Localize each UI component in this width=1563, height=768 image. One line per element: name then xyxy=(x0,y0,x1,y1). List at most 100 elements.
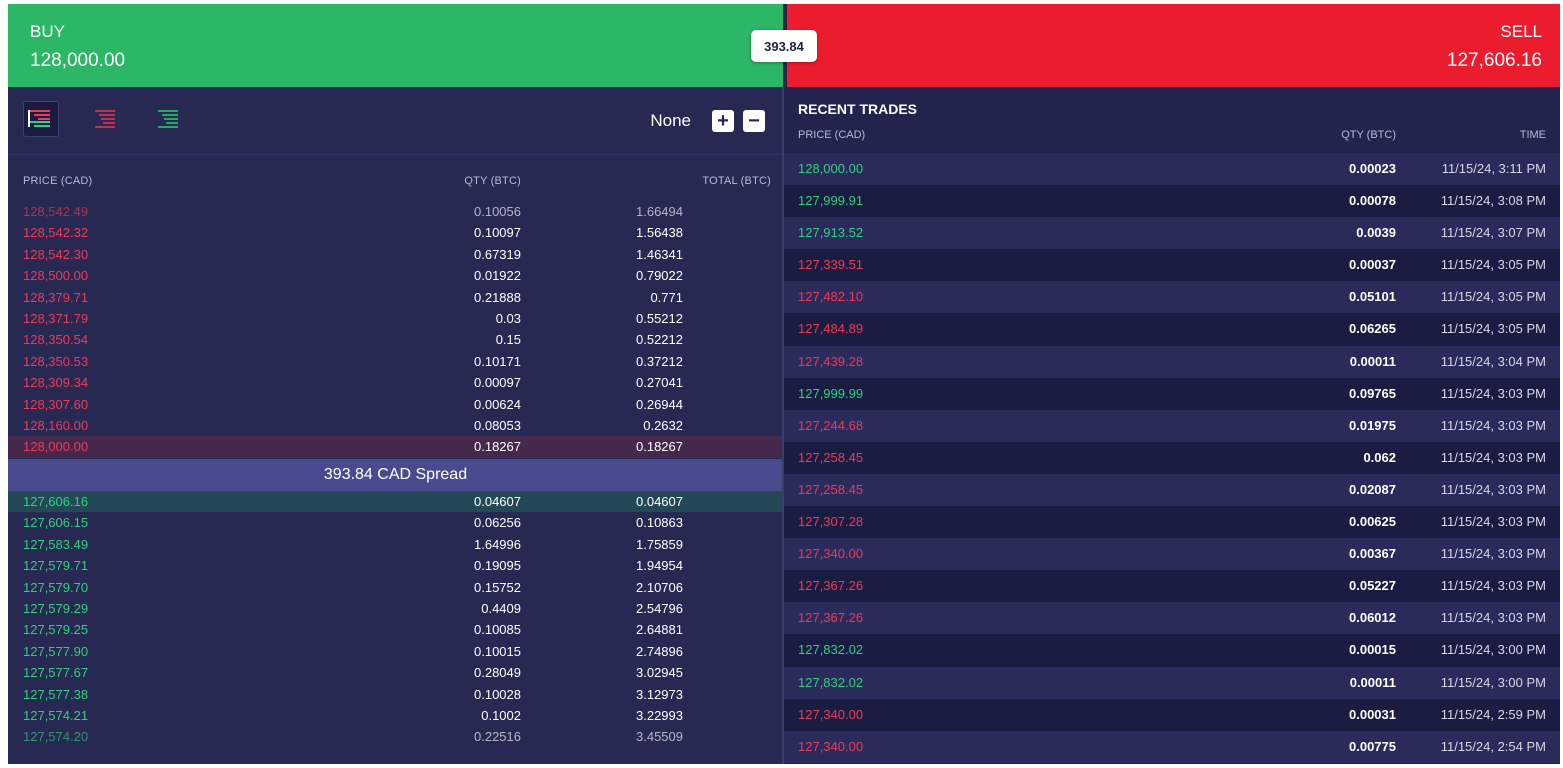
bid-row[interactable]: 127,579.29 0.4409 2.54796 xyxy=(8,598,783,619)
ask-row[interactable]: 128,309.34 0.00097 0.27041 xyxy=(8,372,783,393)
bid-row[interactable]: 127,577.38 0.10028 3.12973 xyxy=(8,684,783,705)
ask-row[interactable]: 128,542.32 0.10097 1.56438 xyxy=(8,222,783,243)
aggregation-increase-button[interactable]: + xyxy=(712,110,734,132)
bid-row[interactable]: 127,606.16 0.04607 0.04607 xyxy=(8,491,783,513)
bid-row[interactable]: 127,577.90 0.10015 2.74896 xyxy=(8,641,783,662)
sell-label: SELL xyxy=(1500,22,1542,41)
bid-row[interactable]: 127,579.70 0.15752 2.10706 xyxy=(8,577,783,598)
trade-price: 127,999.99 xyxy=(798,385,864,401)
view-asks-button[interactable] xyxy=(86,101,122,137)
trade-price: 127,367.26 xyxy=(798,610,864,626)
aggregation-decrease-button[interactable]: − xyxy=(743,110,765,132)
trade-row: 127,439.28 0.00011 11/15/24, 3:04 PM xyxy=(784,345,1560,378)
bid-price: 127,577.67 xyxy=(23,665,89,681)
trade-qty: 0.00011 xyxy=(1349,674,1396,690)
trade-time: 11/15/24, 3:07 PM xyxy=(1440,225,1546,241)
trade-time: 11/15/24, 3:03 PM xyxy=(1440,514,1546,530)
sell-price: 127,606.16 xyxy=(1446,50,1542,71)
bid-price: 127,579.70 xyxy=(23,579,89,595)
bid-row[interactable]: 127,579.71 0.19095 1.94954 xyxy=(8,555,783,576)
trade-row: 127,340.00 0.00031 11/15/24, 2:59 PM xyxy=(784,698,1560,731)
trade-qty: 0.00023 xyxy=(1349,161,1396,176)
bid-row[interactable]: 127,579.25 0.10085 2.64881 xyxy=(8,619,783,640)
bid-qty: 1.64996 xyxy=(474,536,521,552)
view-both-icon xyxy=(28,110,50,127)
trade-time: 11/15/24, 3:03 PM xyxy=(1440,449,1546,465)
ask-qty: 0.03 xyxy=(495,310,521,326)
ask-total: 0.27041 xyxy=(636,375,683,391)
ask-row[interactable]: 128,000.00 0.18267 0.18267 xyxy=(8,436,783,458)
trade-row: 127,913.52 0.0039 11/15/24, 3:07 PM xyxy=(784,217,1560,250)
ask-row[interactable]: 128,500.00 0.01922 0.79022 xyxy=(8,265,783,286)
total-column-header: TOTAL (BTC) xyxy=(702,175,771,187)
trade-time: 11/15/24, 3:05 PM xyxy=(1440,257,1546,273)
view-asks-icon xyxy=(95,110,115,128)
bid-price: 127,577.90 xyxy=(23,643,89,659)
ask-qty: 0.18267 xyxy=(474,439,521,455)
trade-row: 127,258.45 0.02087 11/15/24, 3:03 PM xyxy=(784,473,1560,507)
bid-total: 2.64881 xyxy=(636,622,683,638)
trade-time: 11/15/24, 3:05 PM xyxy=(1440,321,1546,337)
ask-row[interactable]: 128,350.54 0.15 0.52212 xyxy=(8,329,783,350)
trade-row: 127,832.02 0.00011 11/15/24, 3:00 PM xyxy=(784,666,1560,699)
trade-price: 127,482.10 xyxy=(798,289,864,305)
trade-qty: 0.0039 xyxy=(1356,225,1396,241)
trade-time: 11/15/24, 3:00 PM xyxy=(1440,674,1546,690)
trade-price: 127,258.45 xyxy=(798,449,864,465)
ask-qty: 0.00624 xyxy=(474,396,521,412)
bid-row[interactable]: 127,606.15 0.06256 0.10863 xyxy=(8,512,783,533)
trade-row: 127,999.99 0.09765 11/15/24, 3:03 PM xyxy=(784,377,1560,410)
ask-row[interactable]: 128,307.60 0.00624 0.26944 xyxy=(8,394,783,415)
bid-row[interactable]: 127,583.49 1.64996 1.75859 xyxy=(8,534,783,555)
trade-time: 11/15/24, 3:03 PM xyxy=(1440,546,1546,562)
ask-price: 128,542.32 xyxy=(23,225,89,241)
trade-qty-header: QTY (BTC) xyxy=(1341,129,1396,141)
sell-button[interactable]: SELL 127,606.16 xyxy=(787,4,1560,87)
bid-price: 127,583.49 xyxy=(23,536,89,552)
bids-list: 127,606.16 0.04607 0.04607 127,606.15 0.0625… xyxy=(8,491,783,748)
bid-qty: 0.06256 xyxy=(474,515,521,531)
ask-row[interactable]: 128,160.00 0.08053 0.2632 xyxy=(8,415,783,436)
bid-qty: 0.28049 xyxy=(474,665,521,681)
trade-price: 127,439.28 xyxy=(798,353,864,369)
bid-qty: 0.19095 xyxy=(474,558,521,574)
ask-qty: 0.10171 xyxy=(474,353,521,369)
trade-time: 11/15/24, 2:54 PM xyxy=(1440,738,1546,754)
bid-row[interactable]: 127,574.20 0.22516 3.45509 xyxy=(8,726,783,747)
ask-qty: 0.67319 xyxy=(474,246,521,262)
trade-time: 11/15/24, 3:03 PM xyxy=(1440,610,1546,626)
ask-price: 128,160.00 xyxy=(23,417,89,433)
bid-total: 0.04607 xyxy=(636,494,683,509)
bid-row[interactable]: 127,574.21 0.1002 3.22993 xyxy=(8,705,783,726)
ask-total: 0.55212 xyxy=(636,310,683,326)
view-bids-button[interactable] xyxy=(149,101,185,137)
ask-row[interactable]: 128,379.71 0.21888 0.771 xyxy=(8,287,783,308)
ask-price: 128,307.60 xyxy=(23,396,89,412)
bid-price: 127,574.20 xyxy=(23,729,89,745)
ask-price: 128,371.79 xyxy=(23,310,89,326)
ask-price: 128,000.00 xyxy=(23,439,89,455)
view-bids-icon xyxy=(158,110,178,128)
ask-total: 0.26944 xyxy=(636,396,683,412)
ask-row[interactable]: 128,542.49 0.10056 1.66494 xyxy=(8,201,783,222)
ask-row[interactable]: 128,350.53 0.10171 0.37212 xyxy=(8,351,783,372)
buy-button[interactable]: BUY 128,000.00 xyxy=(8,4,783,87)
trade-row: 127,484.89 0.06265 11/15/24, 3:05 PM xyxy=(784,313,1560,346)
bid-row[interactable]: 127,577.67 0.28049 3.02945 xyxy=(8,662,783,683)
trade-price: 127,340.00 xyxy=(798,546,864,562)
bid-qty: 0.1002 xyxy=(481,707,521,723)
ask-row[interactable]: 128,542.30 0.67319 1.46341 xyxy=(8,244,783,265)
ask-price: 128,350.53 xyxy=(23,353,89,369)
view-both-button[interactable] xyxy=(23,101,59,137)
trade-price: 127,913.52 xyxy=(798,225,864,241)
ask-row[interactable]: 128,371.79 0.03 0.55212 xyxy=(8,308,783,329)
trade-time: 11/15/24, 2:59 PM xyxy=(1440,706,1546,722)
trade-qty: 0.062 xyxy=(1363,449,1396,465)
ask-total: 0.37212 xyxy=(636,353,683,369)
trade-time: 11/15/24, 3:08 PM xyxy=(1440,193,1546,209)
bid-qty: 0.10085 xyxy=(474,622,521,638)
trade-qty: 0.00078 xyxy=(1349,193,1396,209)
bid-price: 127,579.25 xyxy=(23,622,89,638)
trade-row: 127,482.10 0.05101 11/15/24, 3:05 PM xyxy=(784,281,1560,314)
bid-qty: 0.04607 xyxy=(474,494,521,509)
